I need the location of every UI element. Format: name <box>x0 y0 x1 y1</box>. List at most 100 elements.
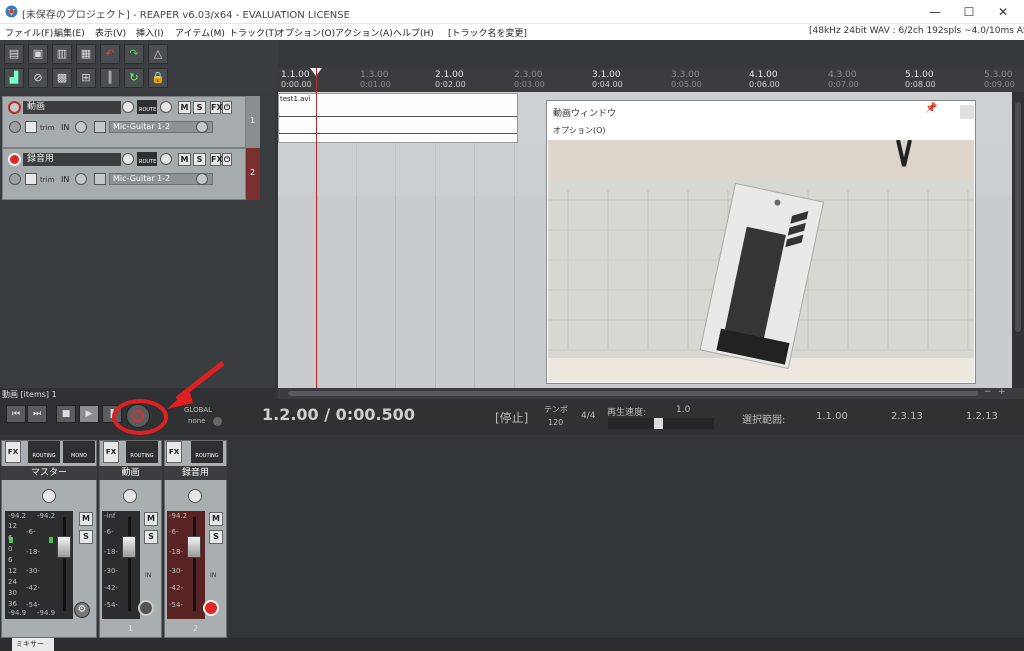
horizontal-scrollbar[interactable]: − + <box>278 387 1024 399</box>
menu-options[interactable]: オプション(O) <box>276 26 335 39</box>
input-dropdown[interactable] <box>75 173 87 185</box>
input-fx-icon[interactable] <box>94 173 106 185</box>
tempo-value[interactable]: 120 <box>548 418 563 427</box>
pan-knob[interactable] <box>160 101 172 113</box>
menu-rename-track[interactable]: [トラック名を変更] <box>448 26 527 39</box>
fx-button[interactable]: FX <box>210 153 223 166</box>
video-options-menu[interactable]: オプション(O) <box>553 125 606 136</box>
minimize-button[interactable]: — <box>918 0 952 24</box>
close-button[interactable]: ✕ <box>986 0 1020 24</box>
menu-view[interactable]: 表示(V) <box>95 26 126 39</box>
save-project-icon[interactable]: ▥ <box>52 44 72 64</box>
monitor-button[interactable] <box>9 121 21 133</box>
mixer-tab[interactable]: ミキサー <box>12 638 54 651</box>
menu-actions[interactable]: アクション(A) <box>335 26 393 39</box>
strip2-pan-knob[interactable] <box>188 489 202 503</box>
menu-edit[interactable]: 編集(E) <box>54 26 85 39</box>
envelope-icon[interactable] <box>25 121 37 133</box>
strip2-routing-button[interactable]: ROUTING <box>191 441 223 463</box>
track-name[interactable]: 録音用 <box>23 153 121 166</box>
video-close-button[interactable] <box>960 105 974 119</box>
selection-start[interactable]: 1.1.00 <box>816 411 848 422</box>
zoom-in-icon[interactable]: + <box>998 387 1006 397</box>
track-name[interactable]: 動画 <box>23 101 121 114</box>
pin-icon[interactable]: 📌 <box>925 103 937 114</box>
time-signature[interactable]: 4/4 <box>581 411 595 421</box>
undo-icon[interactable]: ↶ <box>100 44 120 64</box>
strip1-mute-button[interactable]: M <box>144 512 158 526</box>
global-automation-mode[interactable]: none <box>188 417 205 425</box>
menu-track[interactable]: トラック(T) <box>229 26 278 39</box>
master-fx-button[interactable]: FX <box>5 441 21 463</box>
new-project-icon[interactable]: ▤ <box>4 44 24 64</box>
menu-item[interactable]: アイテム(M) <box>175 26 225 39</box>
solo-button[interactable]: S <box>193 101 206 114</box>
selection-length[interactable]: 1.2.13 <box>966 411 998 422</box>
playrate-slider[interactable] <box>608 418 714 429</box>
project-settings-icon[interactable]: ▦ <box>76 44 96 64</box>
horizontal-scroll-thumb[interactable] <box>288 391 978 396</box>
strip2-fx-button[interactable]: FX <box>166 441 182 463</box>
track-header-2[interactable]: 録音用 ROUTE M S FX ⏻ trim IN Mic-Guitar 1-… <box>2 148 246 200</box>
route-button[interactable]: ROUTE <box>137 152 157 166</box>
item-grouping-icon[interactable]: ▩ <box>52 68 72 88</box>
timeline-ruler[interactable]: 1.1.00 0:00.00 1.3.00 0:01.00 2.1.00 0:0… <box>278 68 1024 92</box>
menu-insert[interactable]: 挿入(I) <box>136 26 164 39</box>
track-header-1[interactable]: 動画 ROUTE M S FX ⏻ trim IN Mic-Guitar 1-2 <box>2 96 246 148</box>
pan-knob[interactable] <box>160 153 172 165</box>
selection-end[interactable]: 2.3.13 <box>891 411 923 422</box>
input-select-dropdown[interactable] <box>196 121 208 133</box>
mute-button[interactable]: M <box>178 101 191 114</box>
strip1-solo-button[interactable]: S <box>144 530 158 544</box>
go-to-start-button[interactable]: ⏮ <box>6 405 26 423</box>
time-display[interactable]: 1.2.00 / 0:00.500 <box>262 405 415 424</box>
vertical-scrollbar[interactable] <box>1012 92 1024 388</box>
playrate-thumb[interactable] <box>654 418 663 429</box>
strip1-pan-knob[interactable] <box>123 489 137 503</box>
master-pan-knob[interactable] <box>42 489 56 503</box>
master-solo-button[interactable]: S <box>79 530 93 544</box>
solo-button[interactable]: S <box>193 153 206 166</box>
strip2-fader[interactable] <box>187 536 201 558</box>
master-settings-gear-icon[interactable]: ⚙ <box>74 602 90 618</box>
mixer-strip-name[interactable]: マスター <box>1 466 97 480</box>
record-arm-button[interactable] <box>8 153 21 166</box>
media-item[interactable]: test1.avi <box>278 93 518 143</box>
input-fx-icon[interactable] <box>94 121 106 133</box>
audio-status[interactable]: [48kHz 24bit WAV : 6/2ch 192spls ~4.0/10… <box>809 26 1024 36</box>
record-arm-button[interactable] <box>8 101 21 114</box>
snap-icon[interactable]: ⊞ <box>76 68 96 88</box>
ripple-edit-icon[interactable]: ⊘ <box>28 68 48 88</box>
strip1-routing-button[interactable]: ROUTING <box>126 441 158 463</box>
play-button[interactable]: ▶ <box>79 405 99 423</box>
mixer-strip-name[interactable]: 録音用 <box>164 466 227 480</box>
metronome-icon[interactable]: △ <box>148 44 168 64</box>
fx-bypass-button[interactable]: ⏻ <box>222 101 232 114</box>
volume-knob[interactable] <box>122 153 134 165</box>
strip2-solo-button[interactable]: S <box>209 530 223 544</box>
stop-button[interactable]: ■ <box>56 405 76 423</box>
strip1-fx-button[interactable]: FX <box>103 441 119 463</box>
route-button[interactable]: ROUTE <box>137 100 157 114</box>
master-mono-button[interactable]: MONO <box>63 441 95 463</box>
open-project-icon[interactable]: ▣ <box>28 44 48 64</box>
zoom-out-icon[interactable]: − <box>984 387 992 397</box>
strip2-record-arm-button[interactable] <box>203 600 219 616</box>
master-routing-button[interactable]: ROUTING <box>28 441 60 463</box>
input-dropdown[interactable] <box>75 121 87 133</box>
go-to-end-button[interactable]: ⏭ <box>27 405 47 423</box>
strip1-fader[interactable] <box>122 536 136 558</box>
strip1-record-arm-button[interactable] <box>138 600 154 616</box>
envelope-icon[interactable] <box>25 173 37 185</box>
master-mute-button[interactable]: M <box>79 512 93 526</box>
vertical-scroll-thumb[interactable] <box>1015 102 1021 332</box>
toggle-grid-icon[interactable]: ▟ <box>4 68 24 88</box>
envelope-lock-icon[interactable]: ║ <box>100 68 120 88</box>
maximize-button[interactable]: ☐ <box>952 0 986 24</box>
mute-button[interactable]: M <box>178 153 191 166</box>
input-select-dropdown[interactable] <box>196 173 208 185</box>
fx-button[interactable]: FX <box>210 101 223 114</box>
volume-knob[interactable] <box>122 101 134 113</box>
menu-help[interactable]: ヘルプ(H) <box>393 26 434 39</box>
redo-icon[interactable]: ↷ <box>124 44 144 64</box>
